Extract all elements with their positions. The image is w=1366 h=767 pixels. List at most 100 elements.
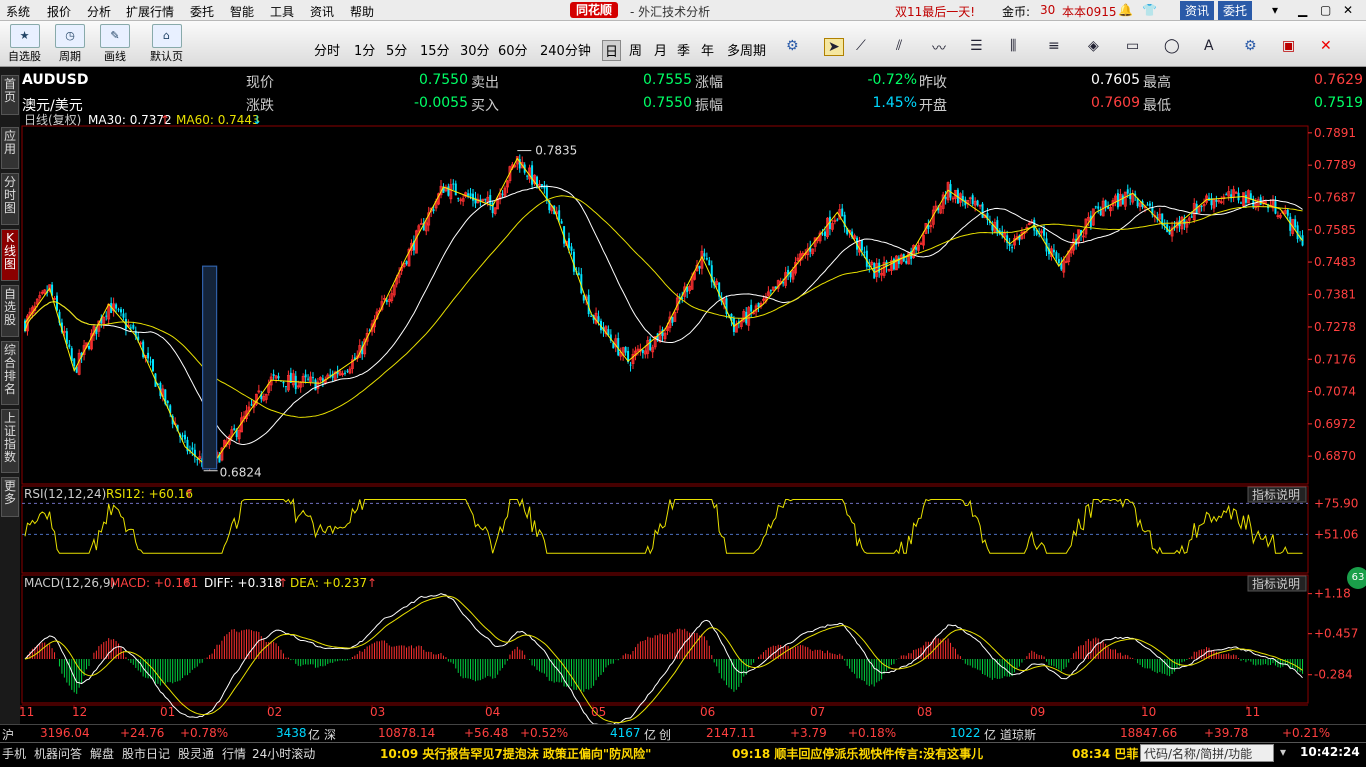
candle-body: [863, 251, 866, 253]
candle-body: [782, 282, 785, 284]
sz-pct: +0.52%: [520, 726, 569, 740]
diff-legend: DIFF: +0.318: [204, 576, 282, 590]
diff-arrow-icon: ↑: [278, 576, 288, 590]
rsi-title: RSI(12,12,24): [24, 487, 106, 501]
candle-body: [489, 195, 492, 205]
news-ticker-2[interactable]: 09:18 顺丰回应停派乐视快件传言:没有这事儿: [732, 745, 983, 762]
candle-body: [432, 209, 435, 211]
indicator-help-label: 指标说明: [1252, 487, 1300, 502]
candle-body: [526, 175, 529, 177]
candle-body: [452, 183, 455, 185]
candle-body: [105, 315, 108, 317]
clock-time: 10:42:24: [1300, 745, 1360, 759]
price-tick-label: 0.7789: [1314, 158, 1356, 172]
dj-pct: +0.21%: [1282, 726, 1331, 740]
kline-title: 日线(复权): [24, 113, 81, 127]
ma60-arrow-icon: ↓: [252, 113, 262, 127]
x-tick-label: 11: [1245, 705, 1260, 719]
tab-stock-link[interactable]: 股灵通: [178, 745, 214, 762]
candle-body: [1294, 219, 1297, 228]
tab-mobile[interactable]: 手机: [2, 745, 26, 762]
tab-market-review[interactable]: 解盘: [90, 745, 114, 762]
candle-body: [344, 372, 346, 374]
news-ticker-3[interactable]: 08:34 巴菲: [1072, 745, 1138, 762]
x-tick-label: 03: [370, 705, 385, 719]
candle-body: [1057, 259, 1060, 264]
price-tick-label: 0.7585: [1314, 223, 1356, 237]
sh-change: +24.76: [120, 726, 165, 740]
candle-body: [1190, 216, 1193, 218]
tab-robot-qa[interactable]: 机器问答: [34, 745, 82, 762]
news-ticker-1[interactable]: 10:09 央行报告罕见7提泡沫 政策正偏向"防风险": [380, 745, 651, 762]
candle-body: [568, 238, 570, 248]
candle-body: [1215, 199, 1218, 202]
candle-body: [181, 435, 184, 437]
price-tick-label: 0.7687: [1314, 190, 1356, 204]
x-tick-label: 11: [19, 705, 34, 719]
candle-body: [149, 361, 152, 363]
candle-body: [346, 370, 349, 372]
candle-body: [196, 459, 199, 461]
tab-24h-scroll[interactable]: 24小时滚动: [252, 745, 315, 762]
candle-body: [617, 338, 620, 356]
search-dropdown-icon[interactable]: ▾: [1280, 745, 1286, 759]
price-tick-label: 0.7891: [1314, 126, 1356, 140]
candle-body: [1200, 205, 1203, 207]
tab-market[interactable]: 行情: [222, 745, 246, 762]
notification-badge[interactable]: 63: [1347, 567, 1366, 589]
sh-amount: 3438: [276, 726, 307, 740]
search-input[interactable]: 代码/名称/简拼/功能: [1140, 744, 1274, 762]
low-annotation: 0.6824: [220, 466, 262, 480]
candle-body: [981, 203, 984, 218]
candle-body: [590, 315, 593, 317]
candle-body: [836, 219, 839, 221]
candle-body: [1146, 204, 1149, 206]
candle-body: [447, 186, 450, 196]
candle-body: [385, 300, 388, 302]
candle-body: [841, 208, 844, 217]
candle-body: [1055, 252, 1058, 259]
cy-unit: 亿: [984, 728, 997, 742]
candle-body: [698, 266, 701, 269]
candle-body: [272, 374, 275, 377]
index-status-bar: 沪 3196.04 +24.76 +0.78% 3438 亿 深 10878.1…: [0, 724, 1366, 742]
kline-chart[interactable]: 0.7891 0.7789 0.7687 0.7585 0.7483 0.7381 0.72…: [0, 0, 1366, 767]
highlight-box: [202, 265, 218, 470]
tab-stock-diary[interactable]: 股市日记: [122, 745, 170, 762]
rsi-line: [24, 497, 1303, 555]
candle-body: [129, 327, 132, 329]
cy-value: 2147.11: [706, 726, 756, 740]
candle-body: [88, 345, 90, 349]
candle-body: [469, 193, 472, 197]
candle-body: [1043, 228, 1046, 236]
rsi-legend: RSI12: +60.16: [106, 487, 193, 501]
candle-body: [705, 258, 708, 260]
candle-body: [1121, 195, 1124, 205]
candle-body: [132, 324, 135, 329]
candle-body: [1240, 202, 1242, 204]
candle-body: [991, 224, 994, 231]
candle-body: [878, 262, 881, 273]
candle-body: [560, 221, 563, 224]
candle-body: [996, 220, 999, 234]
cy-amount: 1022: [950, 726, 981, 740]
candle-body: [314, 379, 317, 391]
candle-body: [282, 381, 285, 384]
candle-body: [467, 193, 470, 196]
price-tick-label: 0.7074: [1314, 385, 1356, 399]
candle-body: [531, 165, 534, 185]
rsi-tick-label: +75.90: [1314, 496, 1358, 510]
candle-body: [1148, 203, 1151, 206]
candle-body: [641, 349, 644, 354]
candle-body: [304, 374, 307, 378]
cy-change: +3.79: [790, 726, 827, 740]
candle-body: [484, 198, 487, 200]
candle-body: [750, 304, 753, 312]
candle-body: [307, 378, 310, 380]
dea-arrow-icon: ↑: [367, 576, 377, 590]
candle-body: [115, 304, 118, 309]
candle-body: [166, 400, 169, 404]
x-tick-label: 09: [1030, 705, 1045, 719]
candle-body: [860, 240, 863, 251]
diff-line: [24, 593, 1303, 727]
